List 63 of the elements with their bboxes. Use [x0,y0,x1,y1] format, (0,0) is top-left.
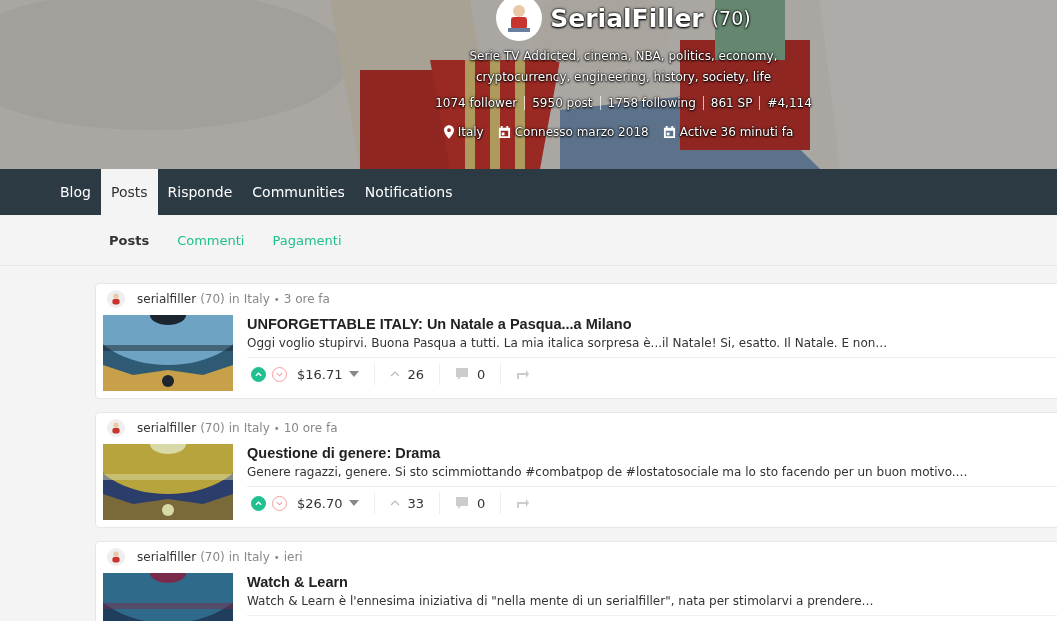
avatar-icon[interactable] [107,290,125,308]
vote-count[interactable]: 26 [407,366,425,382]
author-link[interactable]: serialfiller [137,421,197,435]
nav-tab[interactable]: Communities [242,169,355,215]
caret-icon[interactable] [348,371,359,377]
reblog-icon[interactable] [516,497,531,509]
comment-count[interactable]: 0 [477,495,486,511]
payout-amount[interactable]: $16.71 [297,366,343,382]
author-link[interactable]: serialfiller [137,550,197,564]
profile-meta: Italy [457,125,484,139]
community-link[interactable]: Italy [243,292,270,306]
downvote-button[interactable] [272,366,287,382]
chevron-up-icon [389,500,400,506]
post-title[interactable]: UNFORGETTABLE ITALY: Un Natale a Pasqua...a Milano [247,316,1057,332]
post-title[interactable]: Questione di genere: Drama [247,445,1057,461]
vote-count[interactable]: 33 [407,495,425,511]
calendar-icon [662,125,676,139]
reputation-score: (70) [711,7,751,29]
community-link[interactable]: Italy [243,421,270,435]
comment-icon[interactable] [455,496,470,510]
nav-tab[interactable]: Blog [50,169,101,215]
author-reputation: (70) [200,292,225,306]
nav-tab[interactable]: Posts [100,169,158,215]
nav-tab[interactable]: Notifications [354,169,463,215]
author-reputation: (70) [200,421,225,435]
avatar-icon[interactable] [107,419,125,437]
comment-count[interactable]: 0 [477,366,486,382]
sub-tab[interactable]: Posts [98,228,161,252]
profile-stat[interactable]: 861 SP [702,96,760,110]
avatar-icon[interactable] [107,548,125,566]
downvote-button[interactable] [272,495,287,511]
in-label: in [228,421,240,435]
post-time[interactable]: 3 ore fa [283,292,330,306]
post-title[interactable]: Watch & Learn [247,574,1057,590]
upvote-button[interactable] [251,366,266,382]
profile-stat[interactable]: 1074 follower [428,96,525,110]
post-excerpt[interactable]: Watch & Learn è l'ennesima iniziativa di "nella mente di un serialfiller", nata per stimolarvi a prendere… [247,594,1057,616]
in-label: in [228,550,240,564]
calendar-icon [497,125,511,139]
payout-amount[interactable]: $26.70 [297,495,343,511]
upvote-button[interactable] [251,495,266,511]
author-reputation: (70) [200,550,225,564]
post-excerpt[interactable]: Oggi voglio stupirvi. Buona Pasqua a tutti. La mia italica sorpresa è...il Natale! Si, esatto. Il Natale. E non… [247,336,1057,358]
chevron-up-icon [254,498,263,508]
nav-tab[interactable]: Risponde [157,169,243,215]
reblog-icon[interactable] [516,368,531,380]
separator-dot: • [273,293,280,305]
community-link[interactable]: Italy [243,550,270,564]
profile-meta: Active 36 minuti fa [679,125,794,139]
caret-icon[interactable] [348,500,359,506]
profile-meta: Connesso marzo 2018 [514,125,649,139]
location-pin-icon [443,125,454,139]
chevron-up-icon [389,371,400,377]
in-label: in [228,292,240,306]
post-time[interactable]: ieri [283,550,303,564]
separator-dot: • [273,551,280,563]
post-time[interactable]: 10 ore fa [283,421,338,435]
chevron-up-icon [254,369,263,379]
post-excerpt[interactable]: Genere ragazzi, genere. Si sto scimmiottando #combatpop de #lostatosociale ma lo sto facendo per un buon motivo.… [247,465,1057,487]
profile-name: SerialFiller [550,3,704,33]
comment-icon[interactable] [455,367,470,381]
separator-dot: • [273,422,280,434]
author-link[interactable]: serialfiller [137,292,197,306]
